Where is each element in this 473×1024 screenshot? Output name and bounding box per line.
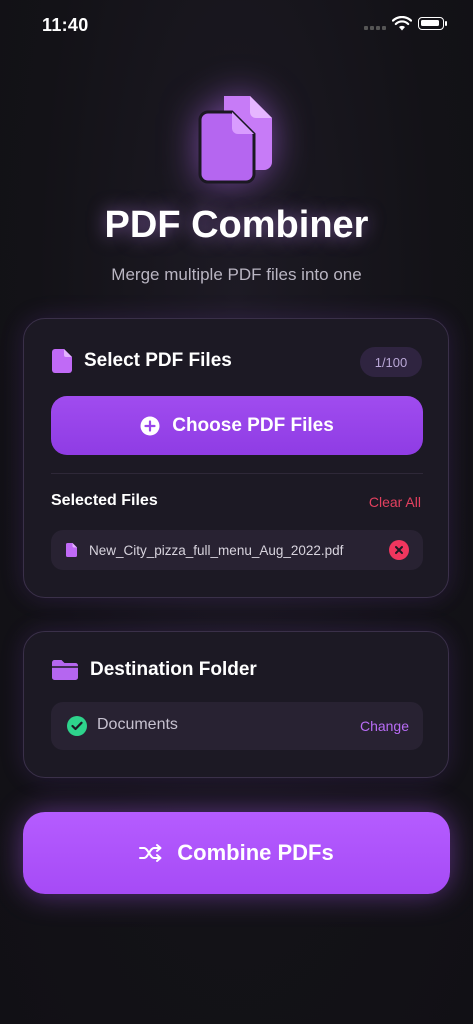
divider: [51, 473, 423, 474]
change-destination-button[interactable]: Change: [360, 718, 409, 734]
select-files-card: Select PDF Files 1/100 Choose PDF Files …: [23, 318, 449, 598]
status-bar: 11:40: [0, 0, 473, 50]
document-icon: [52, 349, 72, 373]
choose-pdf-files-button[interactable]: Choose PDF Files: [51, 396, 423, 455]
battery-icon: [418, 17, 447, 30]
destination-folder-card: Destination Folder Documents Change: [23, 631, 449, 778]
list-item: New_City_pizza_full_menu_Aug_2022.pdf: [51, 530, 423, 570]
check-circle-icon: [67, 716, 87, 736]
destination-folder-name: Documents: [97, 716, 178, 733]
destination-row: Documents Change: [51, 702, 423, 750]
destination-title: Destination Folder: [90, 659, 257, 680]
file-name: New_City_pizza_full_menu_Aug_2022.pdf: [89, 542, 344, 558]
destination-header: Destination Folder: [52, 659, 257, 681]
close-icon: [395, 546, 403, 554]
status-time: 11:40: [42, 15, 89, 35]
plus-circle-icon: [140, 416, 160, 435]
shuffle-icon: [139, 844, 162, 862]
combine-pdfs-label: Combine PDFs: [177, 840, 334, 865]
cellular-signal-icon: [364, 26, 386, 32]
select-files-header: Select PDF Files: [52, 349, 232, 373]
wifi-icon: [392, 16, 412, 31]
remove-file-button[interactable]: [389, 540, 409, 560]
documents-icon: [198, 96, 272, 184]
file-count-badge: 1/100: [360, 347, 422, 377]
app-subtitle: Merge multiple PDF files into one: [111, 265, 362, 284]
combine-pdfs-button[interactable]: Combine PDFs: [23, 812, 450, 894]
selected-files-label: Selected Files: [51, 492, 158, 509]
select-files-title: Select PDF Files: [84, 350, 232, 371]
pdf-file-icon: [66, 543, 77, 557]
app-title: PDF Combiner: [104, 204, 369, 246]
folder-icon: [52, 660, 78, 680]
clear-all-button[interactable]: Clear All: [369, 494, 421, 510]
choose-pdf-files-label: Choose PDF Files: [172, 414, 334, 436]
